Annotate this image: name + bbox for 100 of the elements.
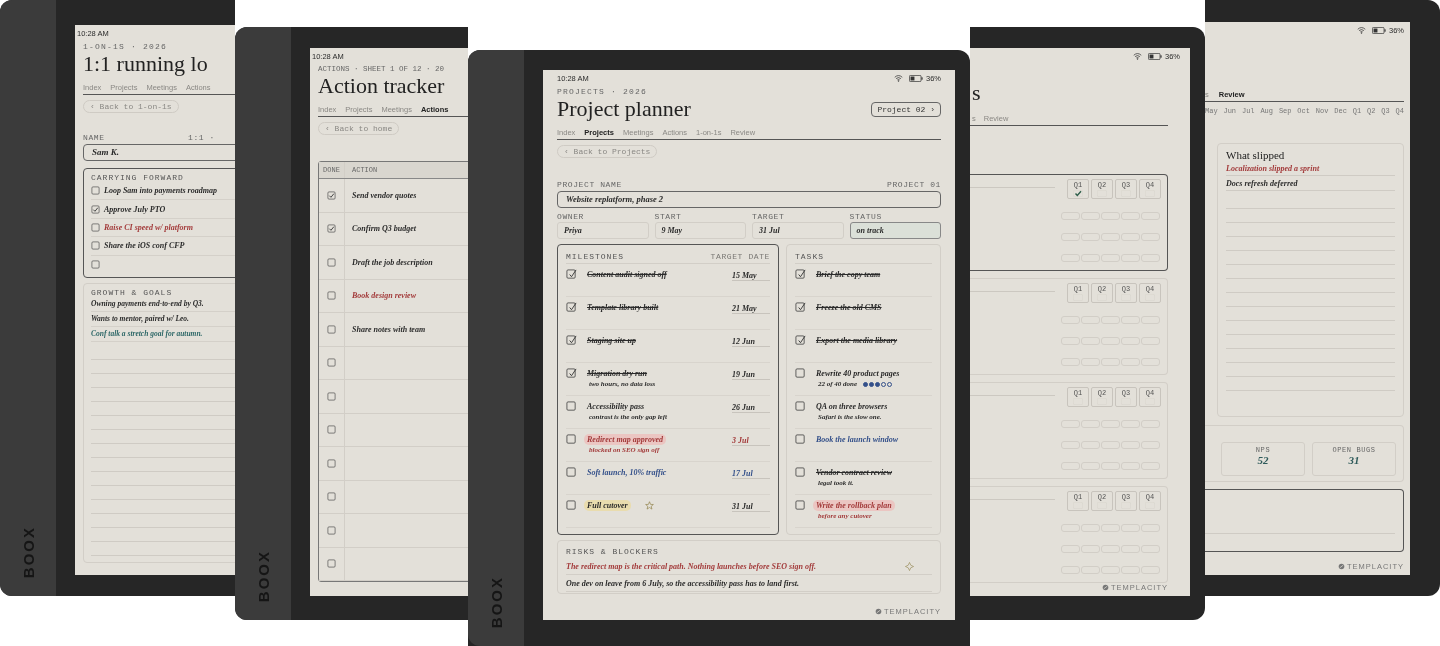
checkbox[interactable]	[795, 269, 806, 280]
checkbox[interactable]	[566, 335, 577, 346]
sparkle-icon	[905, 561, 914, 571]
card-title: TASKS	[795, 251, 824, 261]
task-text: Rewrite 40 product pages	[815, 368, 901, 379]
checkbox[interactable]	[327, 324, 336, 334]
checkbox[interactable]	[566, 500, 577, 511]
checkbox[interactable]	[795, 500, 806, 511]
checkbox[interactable]	[327, 190, 336, 200]
checkbox[interactable]	[566, 368, 577, 379]
task-text: Export the media library	[815, 335, 899, 346]
page-title: Action tracker	[318, 73, 446, 99]
card-title: RISKS & BLOCKERS	[566, 546, 659, 556]
field-label: START	[654, 212, 683, 221]
task-text: Vendor contract review	[815, 467, 893, 478]
checkbox[interactable]	[566, 401, 577, 412]
brand-icon	[1337, 563, 1345, 570]
name-field[interactable]: Sam K.	[83, 144, 235, 161]
checkbox[interactable]	[327, 224, 336, 234]
input-field[interactable]: 31 Jul	[752, 222, 844, 239]
checkbox[interactable]	[327, 291, 336, 301]
milestone-text: Accessibility pass	[586, 401, 646, 412]
checkbox[interactable]	[327, 458, 336, 468]
project-name-field[interactable]: Website replatform, phase 2	[557, 191, 941, 208]
checkbox[interactable]	[327, 425, 336, 435]
checkbox[interactable]	[566, 467, 577, 478]
checkbox[interactable]	[795, 467, 806, 478]
task-text: QA on three browsers	[815, 401, 889, 412]
table-cell: Share notes with team	[352, 324, 426, 334]
page-title: Project planner	[557, 96, 691, 122]
checkbox[interactable]	[91, 259, 100, 269]
checkbox[interactable]	[566, 269, 577, 280]
checkbox[interactable]	[795, 434, 806, 445]
card-title: GROWTH & GOALS	[91, 287, 174, 297]
action-item: Loop Sam into payments roadmap	[104, 186, 217, 196]
checkbox[interactable]	[327, 492, 336, 502]
milestone-text: Redirect map approved	[584, 434, 666, 445]
target-date: 3 Jul	[732, 434, 770, 446]
milestone-text: Content audit signed off	[586, 269, 669, 280]
page-eyebrow: 1-ON-1S · 2026	[83, 42, 168, 51]
field-label: OWNER	[557, 212, 585, 221]
checkbox[interactable]	[795, 302, 806, 313]
target-date: 31 Jul	[732, 500, 770, 512]
checkbox[interactable]	[91, 241, 100, 251]
card-title: CARRYING FORWARD	[91, 173, 185, 182]
task-text: Brief the copy team	[815, 269, 882, 280]
milestone-text: Full cutover	[584, 500, 631, 511]
wifi-icon	[1133, 52, 1142, 60]
input-field[interactable]: Priya	[557, 222, 649, 239]
checkbox[interactable]	[566, 302, 577, 313]
project-switch-button[interactable]: Project 02 ›	[871, 101, 941, 117]
page-title: 1:1 running lo	[83, 51, 209, 77]
target-date: 15 May	[732, 269, 770, 281]
table-cell: Draft the job description	[352, 257, 433, 267]
checkbox[interactable]	[795, 368, 806, 379]
quarter-checkbox[interactable]	[1073, 190, 1083, 197]
checkbox[interactable]	[91, 222, 100, 232]
table-cell: Book design review	[352, 291, 416, 301]
checkbox[interactable]	[327, 391, 336, 401]
action-item: Raise CI speed w/ platform	[104, 222, 193, 232]
checkbox[interactable]	[327, 257, 336, 267]
target-date: 26 Jun	[732, 401, 770, 413]
field-label: PROJECT NAME	[557, 180, 622, 189]
wifi-icon	[894, 74, 903, 82]
risk-line: The redirect map is the critical path. Nothing launches before SEO sign off.	[566, 561, 817, 571]
task-text: Write the rollback plan	[813, 500, 895, 511]
task-text: Book the launch window	[815, 434, 900, 445]
stat-value: 31	[1348, 454, 1360, 466]
checkbox[interactable]	[566, 434, 577, 445]
milestone-text: Soft launch, 10% traffic	[586, 467, 668, 478]
target-date: 12 Jun	[732, 335, 770, 347]
table-cell: Send vendor quotes	[352, 190, 417, 200]
milestone-text: Template library built	[586, 302, 660, 313]
target-date: 17 Jul	[732, 467, 770, 479]
input-field[interactable]: 9 May	[654, 222, 746, 239]
column-header: TARGET DATE	[710, 251, 770, 261]
input-field[interactable]: on track	[849, 222, 941, 239]
action-item: Share the iOS conf CFP	[104, 241, 185, 251]
table-cell: Confirm Q3 budget	[352, 224, 416, 234]
checkbox[interactable]	[795, 401, 806, 412]
checkbox[interactable]	[91, 204, 100, 214]
checkbox[interactable]	[91, 186, 100, 196]
checkbox[interactable]	[327, 525, 336, 535]
milestone-text: Migration dry run	[586, 368, 649, 379]
card-title: What slipped	[1226, 149, 1286, 161]
page-eyebrow: PROJECTS · 2026	[557, 87, 648, 96]
battery-icon	[1372, 26, 1386, 34]
checkbox[interactable]	[327, 559, 336, 569]
field-meta: PROJECT 01	[887, 180, 941, 189]
checkbox[interactable]	[327, 358, 336, 368]
card-title: MILESTONES	[566, 251, 624, 261]
task-text: Freeze the old CMS	[815, 302, 883, 313]
milestone-text: Staging site up	[586, 335, 637, 346]
field-label: STATUS	[849, 212, 883, 221]
wifi-icon	[1357, 26, 1366, 34]
brand-icon	[1101, 584, 1109, 591]
note-line: Docs refresh deferred	[1226, 178, 1298, 188]
note-line: Localization slipped a sprint	[1226, 163, 1320, 173]
field-meta: 1:1 ·	[188, 133, 215, 142]
checkbox[interactable]	[795, 335, 806, 346]
